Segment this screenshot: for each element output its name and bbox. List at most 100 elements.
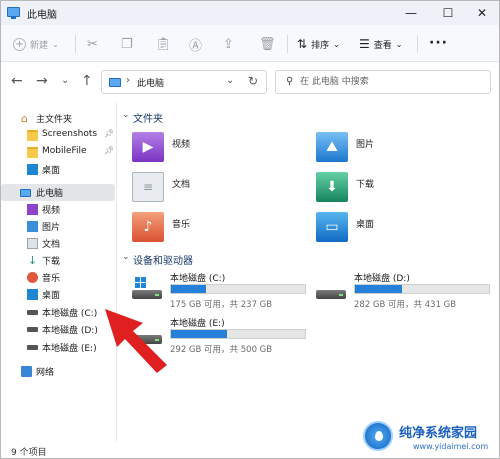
share-icon[interactable]: ⇪ — [223, 36, 234, 52]
sort-button[interactable]: ⇅ 排序 ⌄ — [297, 36, 340, 52]
sidebar-item-home[interactable]: ⌂ 主文件夹 — [1, 110, 115, 127]
site-watermark: 纯净系统家园 www.yidaimei.com — [361, 419, 499, 457]
sidebar-item-label: 网络 — [36, 368, 55, 378]
chevron-down-icon: ⌄ — [52, 39, 59, 49]
sidebar-item-pictures[interactable]: 图片 — [1, 218, 115, 235]
back-arrow-icon[interactable]: ← — [11, 73, 23, 89]
sidebar-item-label: 主文件夹 — [36, 115, 73, 125]
documents-folder-icon: ≡ — [132, 172, 164, 202]
title-bar: 此电脑 — ☐ ✕ — [1, 1, 499, 25]
arrow-shape — [105, 309, 167, 373]
address-path[interactable]: 此电脑 — [137, 76, 164, 89]
folder-label: 文档 — [172, 180, 191, 190]
section-heading-folders[interactable]: 文件夹 — [133, 110, 163, 125]
sidebar-item-downloads[interactable]: ↓ 下载 — [1, 252, 115, 269]
command-bar: + 新建 ⌄ ✂ ❐ 📋︎ Ⓐ ⇪ 🗑︎ ⇅ 排序 ⌄ ☰ 查看 ⌄ ··· — [1, 25, 499, 62]
close-button[interactable]: ✕ — [465, 1, 499, 25]
copy-icon[interactable]: ❐ — [121, 36, 133, 52]
computer-icon — [20, 189, 31, 197]
rename-icon[interactable]: Ⓐ — [189, 36, 202, 54]
drive-usage-bar — [170, 329, 306, 339]
sidebar-item-this-pc[interactable]: 此电脑 — [1, 184, 115, 201]
sidebar-item-music[interactable]: 音乐 — [1, 269, 115, 286]
watermark-logo-icon — [363, 421, 393, 451]
sidebar-item-label: 视频 — [42, 206, 61, 216]
view-label: 查看 — [373, 40, 392, 51]
downloads-icon: ↓ — [27, 254, 38, 267]
sidebar-item-desktop[interactable]: 桌面 — [1, 161, 115, 178]
sidebar-item-documents[interactable]: 文档 — [1, 235, 115, 252]
folder-label: 音乐 — [172, 220, 191, 230]
video-folder-icon: ▶ — [132, 132, 164, 162]
sidebar-item-label: 本地磁盘 (D:) — [42, 326, 98, 336]
drive-icon — [27, 327, 38, 332]
drive-usage-fill — [355, 285, 402, 293]
delete-icon[interactable]: 🗑︎ — [259, 36, 276, 52]
chevron-right-icon[interactable]: › — [126, 75, 130, 86]
forward-arrow-icon[interactable]: → — [36, 73, 48, 89]
drive-name: 本地磁盘 (C:) — [170, 274, 226, 284]
sidebar-item-label: 下载 — [42, 257, 61, 267]
video-icon — [27, 204, 38, 215]
drive-usage-fill — [171, 285, 206, 293]
search-box[interactable]: ⚲ — [275, 70, 491, 94]
sidebar-item-label: 本地磁盘 (E:) — [42, 344, 97, 354]
pictures-folder-icon: ⛰ — [316, 132, 348, 162]
sidebar-item-label: 桌面 — [42, 166, 61, 176]
drive-tile-d[interactable]: 本地磁盘 (D:) 282 GB 可用，共 431 GB — [316, 271, 500, 319]
search-input[interactable] — [300, 75, 480, 89]
folder-label: 图片 — [356, 140, 375, 150]
up-arrow-icon[interactable]: ↑ — [81, 73, 93, 89]
window-title: 此电脑 — [27, 10, 57, 21]
address-bar[interactable]: › 此电脑 ⌄ ↻ — [101, 70, 267, 94]
sidebar-item-label: MobileFile — [42, 146, 87, 156]
chevron-down-icon[interactable]: ⌄ — [122, 110, 130, 120]
cut-icon[interactable]: ✂ — [87, 36, 98, 52]
folder-label: 视频 — [172, 140, 191, 150]
refresh-icon[interactable]: ↻ — [248, 74, 258, 88]
navigation-pane: ⌂ 主文件夹 Screenshots 📌︎ MobileFile 📌︎ 桌面 此… — [1, 102, 117, 442]
computer-icon — [109, 78, 121, 87]
sidebar-item-mobilefile[interactable]: MobileFile 📌︎ — [1, 144, 115, 161]
drive-free-space: 292 GB 可用，共 500 GB — [170, 345, 273, 355]
minimize-button[interactable]: — — [394, 1, 428, 25]
new-button[interactable]: + 新建 ⌄ — [13, 36, 59, 52]
folder-tile-downloads[interactable]: ⬇ 下载 — [316, 172, 496, 208]
folder-tile-pictures[interactable]: ⛰ 图片 — [316, 132, 496, 168]
drive-usage-bar — [354, 284, 490, 294]
sort-label: 排序 — [311, 40, 330, 51]
folder-tile-desktop[interactable]: ▭ 桌面 — [316, 212, 496, 248]
sidebar-item-screenshots[interactable]: Screenshots 📌︎ — [1, 127, 115, 144]
drive-usage-bar — [170, 284, 306, 294]
sidebar-item-videos[interactable]: 视频 — [1, 201, 115, 218]
music-icon — [27, 272, 38, 283]
chevron-down-icon[interactable]: ⌄ — [122, 252, 130, 262]
search-icon: ⚲ — [286, 76, 294, 87]
more-options-button[interactable]: ··· — [429, 35, 448, 51]
maximize-button[interactable]: ☐ — [431, 1, 465, 25]
content-pane: ⌄ 文件夹 ▶ 视频 ⛰ 图片 ≡ 文档 ⬇ 下载 ♪ 音乐 ▭ 桌面 ⌄ 设备… — [118, 102, 499, 442]
folder-icon — [27, 130, 38, 141]
drive-name: 本地磁盘 (E:) — [170, 319, 225, 329]
downloads-folder-icon: ⬇ — [316, 172, 348, 202]
view-button[interactable]: ☰ 查看 ⌄ — [359, 36, 402, 52]
chevron-down-icon[interactable]: ⌄ — [226, 75, 234, 86]
paste-icon[interactable]: 📋︎ — [155, 36, 172, 52]
file-explorer-window: 此电脑 — ☐ ✕ + 新建 ⌄ ✂ ❐ 📋︎ Ⓐ ⇪ 🗑︎ ⇅ 排序 ⌄ ☰ … — [0, 0, 500, 459]
computer-icon — [7, 7, 20, 19]
section-heading-drives[interactable]: 设备和驱动器 — [133, 252, 193, 267]
chevron-down-icon: ⌄ — [395, 39, 403, 49]
pin-icon[interactable]: 📌︎ — [104, 129, 114, 138]
windows-drive-icon — [132, 277, 162, 299]
folder-tile-music[interactable]: ♪ 音乐 — [132, 212, 312, 248]
sidebar-item-label: Screenshots — [42, 129, 98, 139]
drive-free-space: 175 GB 可用，共 237 GB — [170, 300, 273, 310]
folder-label: 下载 — [356, 180, 375, 190]
sort-icon: ⇅ — [297, 37, 308, 51]
drive-icon — [27, 345, 38, 350]
folder-tile-documents[interactable]: ≡ 文档 — [132, 172, 312, 208]
pin-icon[interactable]: 📌︎ — [104, 146, 114, 155]
recent-chevron-icon[interactable]: ⌄ — [61, 75, 69, 86]
folder-icon — [27, 147, 38, 158]
folder-tile-videos[interactable]: ▶ 视频 — [132, 132, 312, 168]
